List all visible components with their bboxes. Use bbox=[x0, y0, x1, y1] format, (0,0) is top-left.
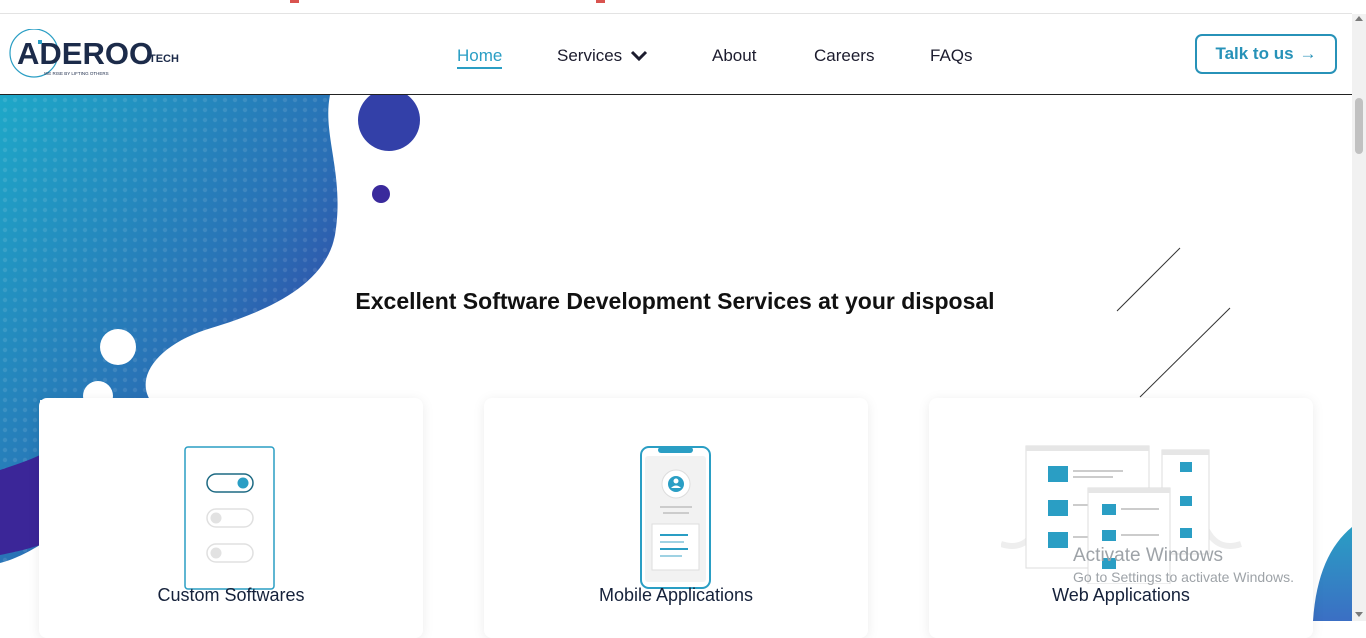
service-card-custom-softwares[interactable]: Custom Softwares bbox=[39, 398, 423, 638]
service-card-web-applications[interactable]: Web Applications bbox=[929, 398, 1313, 638]
talk-to-us-button[interactable]: Talk to us → bbox=[1195, 34, 1337, 74]
nav-services-label: Services bbox=[557, 46, 623, 65]
site-header: ADEROO TECH WE RISE BY LIFTING OTHERS Ho… bbox=[0, 14, 1352, 95]
talk-to-us-label: Talk to us bbox=[1215, 44, 1294, 63]
decor-line bbox=[1139, 307, 1231, 398]
browser-top-strip bbox=[0, 0, 1352, 14]
decor-circle-white bbox=[100, 329, 136, 365]
nav-faqs[interactable]: FAQs bbox=[930, 46, 973, 66]
scroll-up-arrow-icon[interactable] bbox=[1355, 16, 1363, 21]
main-nav: Home Services About Careers FAQs bbox=[0, 46, 1352, 70]
service-card-mobile-applications[interactable]: Mobile Applications bbox=[484, 398, 868, 638]
tab-indicator bbox=[290, 0, 299, 3]
nav-home[interactable]: Home bbox=[457, 46, 503, 69]
decor-circle-large bbox=[358, 95, 420, 151]
scroll-down-arrow-icon[interactable] bbox=[1355, 612, 1363, 617]
scrollbar-thumb[interactable] bbox=[1355, 98, 1363, 154]
hero-headline: Excellent Software Development Services … bbox=[355, 288, 995, 314]
mobile-phone-icon bbox=[640, 446, 711, 589]
logo-tagline: WE RISE BY LIFTING OTHERS bbox=[44, 71, 109, 76]
service-card-title: Custom Softwares bbox=[157, 585, 305, 605]
chevron-down-icon bbox=[630, 47, 648, 67]
nav-services[interactable]: Services bbox=[557, 46, 648, 67]
service-card-title: Web Applications bbox=[1052, 585, 1190, 605]
arrow-right-icon: → bbox=[1299, 44, 1317, 63]
toggle-switches-icon bbox=[184, 446, 275, 590]
right-gradient-blob bbox=[1313, 527, 1352, 621]
page-scrollbar[interactable] bbox=[1352, 14, 1366, 621]
decor-circle-small bbox=[372, 185, 390, 203]
nav-careers[interactable]: Careers bbox=[814, 46, 874, 66]
browser-windows-icon bbox=[1001, 445, 1242, 584]
tab-indicator bbox=[596, 0, 605, 3]
service-card-title: Mobile Applications bbox=[598, 585, 754, 605]
nav-about[interactable]: About bbox=[712, 46, 756, 66]
